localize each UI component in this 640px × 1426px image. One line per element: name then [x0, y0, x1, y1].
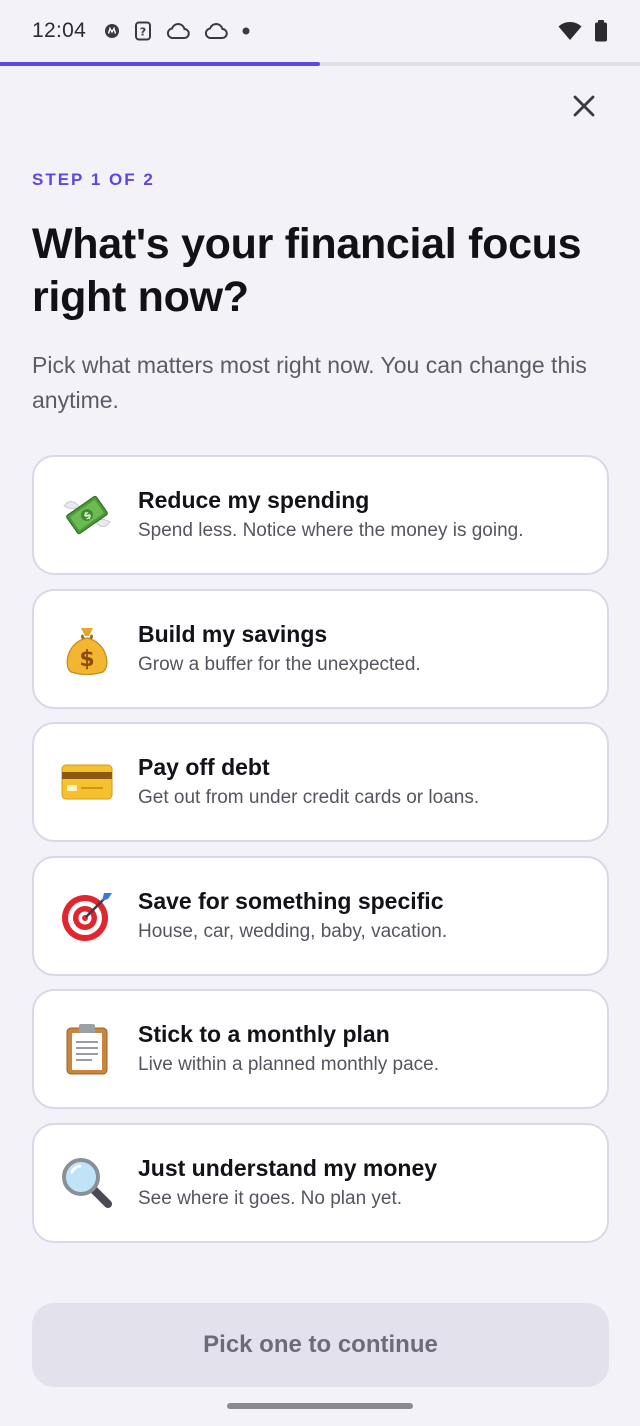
- option-description: Live within a planned monthly pace.: [138, 1054, 440, 1075]
- option-text: Save for something specific House, car, …: [138, 886, 447, 946]
- option-description: Get out from under credit cards or loans…: [138, 787, 480, 808]
- close-button[interactable]: [564, 86, 604, 126]
- continue-button[interactable]: Pick one to continue: [32, 1303, 609, 1387]
- home-indicator[interactable]: [227, 1403, 413, 1409]
- option-text: Reduce my spending Spend less. Notice wh…: [138, 485, 524, 545]
- magnifying-glass-icon: [58, 1154, 116, 1212]
- money-bag-icon: $: [58, 620, 116, 678]
- option-monthly-plan[interactable]: Stick to a monthly plan Live within a pl…: [32, 989, 609, 1109]
- battery-icon: [594, 20, 608, 42]
- option-save-specific[interactable]: Save for something specific House, car, …: [32, 855, 609, 976]
- option-text: Just understand my money See where it go…: [138, 1153, 437, 1213]
- page-subtitle: Pick what matters most right now. You ca…: [32, 352, 587, 413]
- step-indicator: STEP 1 OF 2: [32, 170, 155, 189]
- option-build-savings[interactable]: $ Build my savings Grow a buffer for the…: [32, 588, 609, 709]
- svg-text:?: ?: [140, 26, 146, 39]
- wifi-icon: [558, 21, 582, 41]
- page-title: What's your financial focus right now?: [32, 220, 582, 321]
- progress-bar: [0, 62, 640, 66]
- onboarding-screen: 12:04 ? STEP 1 OF 2 What's your financia…: [0, 0, 640, 1426]
- money-with-wings-icon: $: [58, 486, 116, 544]
- dot-icon: [242, 27, 250, 35]
- status-icons-left: ?: [104, 21, 250, 41]
- option-title: Stick to a monthly plan: [138, 1021, 390, 1047]
- progress-fill: [0, 62, 320, 66]
- option-title: Save for something specific: [138, 887, 444, 914]
- cloud-icon: [204, 22, 228, 40]
- option-text: Build my savings Grow a buffer for the u…: [138, 619, 421, 679]
- option-title: Pay off debt: [138, 754, 270, 780]
- target-icon: [58, 887, 116, 945]
- option-title: Reduce my spending: [138, 487, 370, 513]
- option-description: Spend less. Notice where the money is go…: [138, 520, 524, 541]
- option-reduce-spending[interactable]: $ Reduce my spending Spend less. Notice …: [32, 455, 609, 575]
- option-description: House, car, wedding, baby, vacation.: [138, 920, 448, 942]
- option-understand-money[interactable]: Just understand my money See where it go…: [32, 1122, 609, 1243]
- credit-card-icon: [58, 753, 116, 811]
- option-title: Just understand my money: [138, 1154, 438, 1181]
- option-pay-off-debt[interactable]: Pay off debt Get out from under credit c…: [32, 722, 609, 842]
- close-icon: [573, 95, 595, 117]
- status-time: 12:04: [32, 19, 87, 42]
- option-description: See where it goes. No plan yet.: [138, 1187, 403, 1209]
- svg-text:$: $: [79, 647, 94, 672]
- focus-options-list: $ Reduce my spending Spend less. Notice …: [32, 455, 609, 1256]
- option-description: Grow a buffer for the unexpected.: [138, 653, 421, 675]
- option-title: Build my savings: [138, 620, 328, 647]
- option-text: Pay off debt Get out from under credit c…: [138, 752, 479, 812]
- circle-badge-icon: [104, 23, 120, 39]
- cloud-icon: [166, 22, 190, 40]
- clipboard-icon: [58, 1020, 116, 1078]
- sim-question-icon: ?: [134, 21, 152, 41]
- option-text: Stick to a monthly plan Live within a pl…: [138, 1019, 439, 1079]
- status-icons-right: [558, 20, 608, 42]
- status-bar: 12:04 ?: [0, 0, 640, 62]
